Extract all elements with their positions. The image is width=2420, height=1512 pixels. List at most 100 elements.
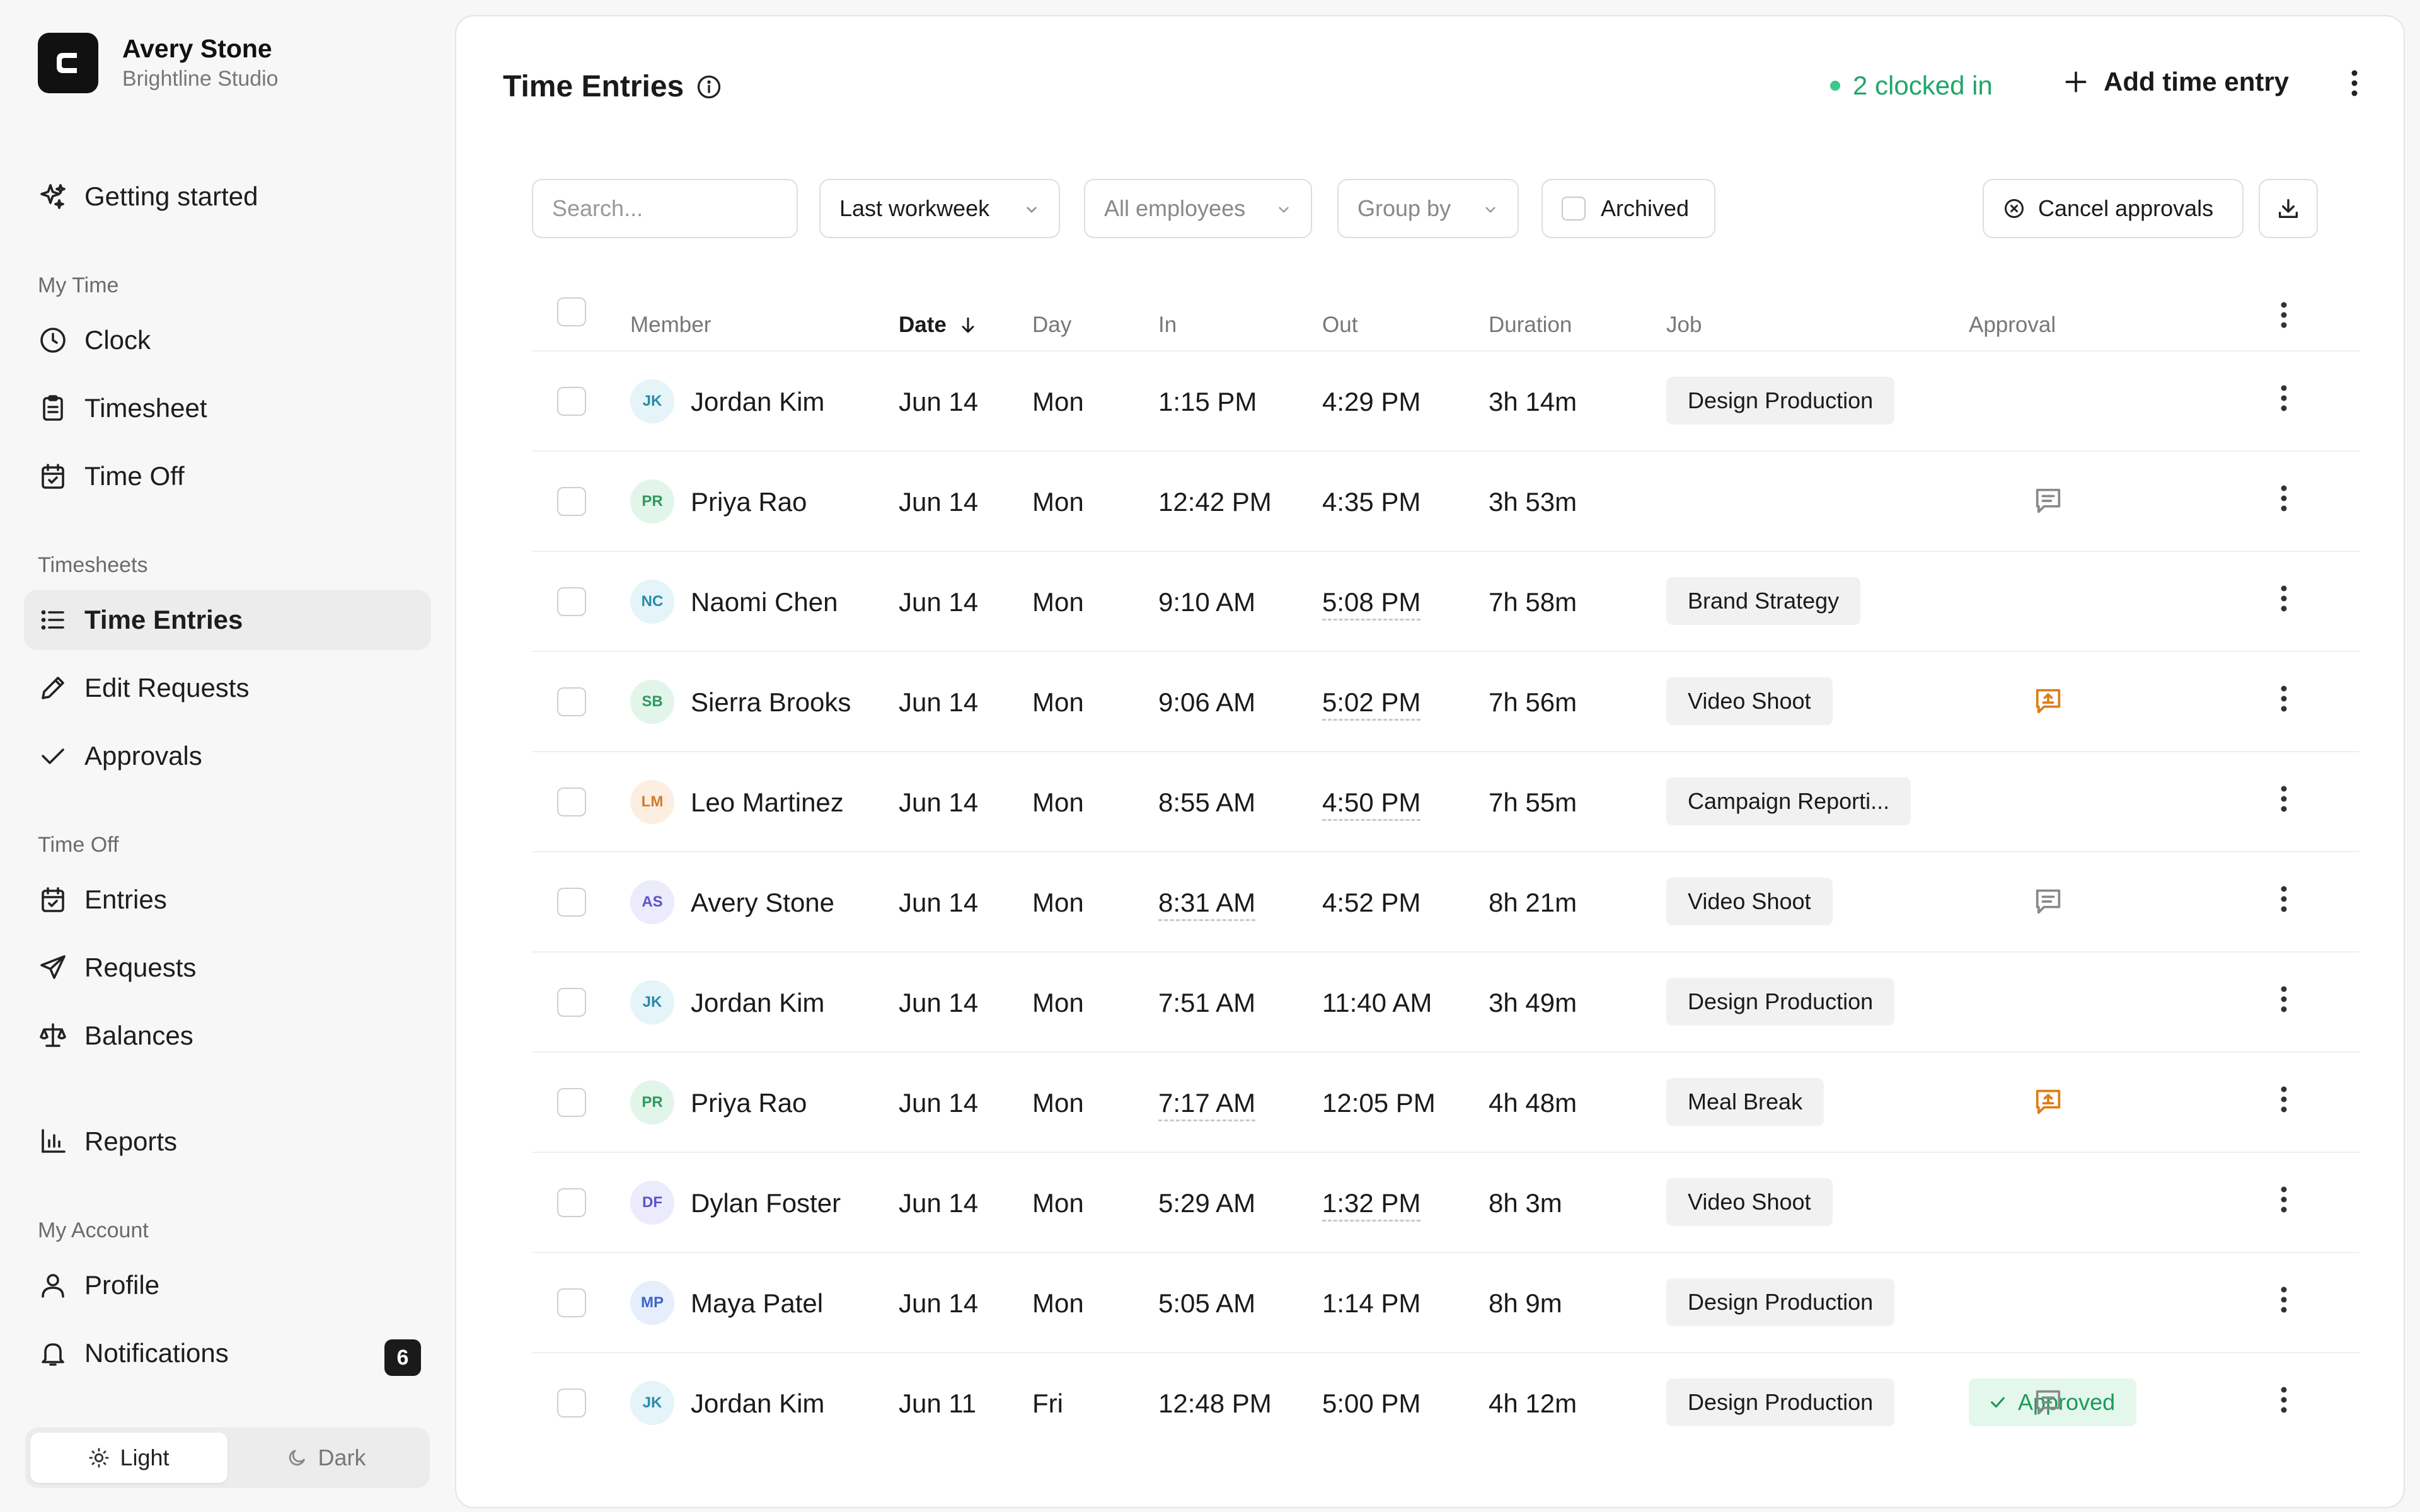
member-name[interactable]: Priya Rao	[691, 487, 807, 517]
column-header-job[interactable]: Job	[1666, 312, 1702, 338]
sidebar-item-getting-started[interactable]: Getting started	[24, 166, 431, 227]
column-header-out[interactable]: Out	[1322, 312, 1357, 338]
row-options-icon[interactable]	[2271, 785, 2296, 818]
comment-alert-icon[interactable]	[2032, 1085, 2065, 1118]
sidebar-item-reports[interactable]: Reports	[24, 1111, 431, 1172]
column-header-approval[interactable]: Approval	[1969, 312, 2056, 338]
row-options-icon[interactable]	[2271, 985, 2296, 1018]
clock-in-cell[interactable]: 8:31 AM	[1158, 888, 1256, 921]
row-checkbox[interactable]	[557, 1288, 586, 1317]
sidebar-item-approvals[interactable]: Approvals	[24, 726, 431, 786]
row-options-icon[interactable]	[2271, 585, 2296, 617]
row-options-icon[interactable]	[2271, 1286, 2296, 1319]
clocked-in-status[interactable]: 2 clocked in	[1830, 71, 1993, 101]
clock-out-cell[interactable]: 4:50 PM	[1322, 788, 1421, 821]
column-header-date[interactable]: Date	[899, 312, 978, 338]
table-row[interactable]: DF Dylan Foster Jun 14 Mon 5:29 AM 1:32 PM 8h …	[532, 1152, 2360, 1252]
row-checkbox[interactable]	[557, 487, 586, 516]
column-header-duration[interactable]: Duration	[1489, 312, 1572, 338]
row-checkbox[interactable]	[557, 1188, 586, 1217]
row-checkbox[interactable]	[557, 587, 586, 616]
member-name[interactable]: Naomi Chen	[691, 587, 838, 617]
clock-out-cell[interactable]: 5:08 PM	[1322, 587, 1421, 621]
sidebar-item-requests[interactable]: Requests	[24, 937, 431, 998]
clock-in-cell[interactable]: 12:42 PM	[1158, 487, 1272, 517]
row-options-icon[interactable]	[2271, 885, 2296, 918]
column-options-icon[interactable]	[2271, 301, 2296, 334]
table-row[interactable]: JK Jordan Kim Jun 14 Mon 7:51 AM 11:40 AM 3h 4…	[532, 951, 2360, 1051]
row-options-icon[interactable]	[2271, 484, 2296, 517]
member-name[interactable]: Jordan Kim	[691, 387, 824, 417]
sidebar-item-time-off[interactable]: Time Off	[24, 446, 431, 507]
member-name[interactable]: Leo Martinez	[691, 788, 844, 818]
search-input[interactable]	[532, 179, 798, 238]
clock-out-cell[interactable]: 1:32 PM	[1322, 1188, 1421, 1222]
clock-out-cell[interactable]: 4:52 PM	[1322, 888, 1420, 918]
clock-in-cell[interactable]: 5:29 AM	[1158, 1188, 1255, 1218]
select-all-checkbox[interactable]	[557, 297, 586, 326]
sidebar-item-profile[interactable]: Profile	[24, 1255, 431, 1315]
clock-in-cell[interactable]: 8:55 AM	[1158, 788, 1255, 818]
table-row[interactable]: SB Sierra Brooks Jun 14 Mon 9:06 AM 5:02 PM 7h…	[532, 651, 2360, 751]
table-row[interactable]: PR Priya Rao Jun 14 Mon 7:17 AM 12:05 PM 4h 48…	[532, 1051, 2360, 1152]
table-row[interactable]: JK Jordan Kim Jun 11 Fri 12:48 PM 5:00 PM 4h 1…	[532, 1352, 2360, 1452]
job-tag[interactable]: Design Production	[1666, 1278, 1895, 1326]
row-checkbox[interactable]	[557, 988, 586, 1017]
clock-out-cell[interactable]: 5:00 PM	[1322, 1389, 1420, 1419]
clock-in-cell[interactable]: 9:10 AM	[1158, 587, 1255, 617]
job-tag[interactable]: Video Shoot	[1666, 677, 1833, 725]
row-options-icon[interactable]	[2271, 1085, 2296, 1118]
sidebar-item-edit-requests[interactable]: Edit Requests	[24, 658, 431, 718]
job-tag[interactable]: Video Shoot	[1666, 1178, 1833, 1226]
member-name[interactable]: Sierra Brooks	[691, 687, 851, 718]
employees-dropdown[interactable]: All employees	[1084, 179, 1312, 238]
member-name[interactable]: Jordan Kim	[691, 988, 824, 1018]
column-header-member[interactable]: Member	[630, 312, 711, 338]
clock-out-cell[interactable]: 11:40 AM	[1322, 988, 1432, 1018]
sidebar-item-clock[interactable]: Clock	[24, 310, 431, 370]
job-tag[interactable]: Design Production	[1666, 978, 1895, 1026]
row-checkbox[interactable]	[557, 687, 586, 716]
row-checkbox[interactable]	[557, 888, 586, 917]
theme-light-button[interactable]: Light	[30, 1433, 228, 1483]
theme-dark-button[interactable]: Dark	[228, 1433, 425, 1483]
download-button[interactable]	[2259, 179, 2318, 238]
row-options-icon[interactable]	[2271, 384, 2296, 417]
comment-icon[interactable]	[2032, 1386, 2065, 1419]
sidebar-item-notifications[interactable]: Notifications 6	[24, 1323, 431, 1383]
sidebar-item-entries[interactable]: Entries	[24, 869, 431, 930]
column-header-in[interactable]: In	[1158, 312, 1177, 338]
clock-in-cell[interactable]: 5:05 AM	[1158, 1288, 1255, 1319]
comment-alert-icon[interactable]	[2032, 685, 2065, 718]
comment-icon[interactable]	[2032, 484, 2065, 517]
row-checkbox[interactable]	[557, 1088, 586, 1117]
table-row[interactable]: NC Naomi Chen Jun 14 Mon 9:10 AM 5:08 PM 7h 58…	[532, 551, 2360, 651]
clock-in-cell[interactable]: 7:17 AM	[1158, 1088, 1256, 1121]
archived-checkbox[interactable]	[1562, 197, 1586, 220]
add-time-entry-button[interactable]: Add time entry	[2062, 67, 2289, 97]
member-name[interactable]: Jordan Kim	[691, 1389, 824, 1419]
row-options-icon[interactable]	[2271, 1186, 2296, 1218]
row-checkbox[interactable]	[557, 788, 586, 816]
job-tag[interactable]: Video Shoot	[1666, 878, 1833, 925]
comment-icon[interactable]	[2032, 885, 2065, 918]
clock-in-cell[interactable]: 7:51 AM	[1158, 988, 1255, 1018]
table-row[interactable]: PR Priya Rao Jun 14 Mon 12:42 PM 4:35 PM 3h 53…	[532, 450, 2360, 551]
org-switcher[interactable]: Avery Stone Brightline Studio	[38, 33, 279, 93]
clock-out-cell[interactable]: 1:14 PM	[1322, 1288, 1420, 1319]
column-header-day[interactable]: Day	[1032, 312, 1071, 338]
job-tag[interactable]: Design Production	[1666, 377, 1895, 425]
job-tag[interactable]: Meal Break	[1666, 1078, 1824, 1126]
member-name[interactable]: Dylan Foster	[691, 1188, 841, 1218]
cancel-approvals-button[interactable]: Cancel approvals	[1983, 179, 2244, 238]
job-tag[interactable]: Brand Strategy	[1666, 577, 1861, 625]
row-options-icon[interactable]	[2271, 685, 2296, 718]
table-row[interactable]: JK Jordan Kim Jun 14 Mon 1:15 PM 4:29 PM 3h 14…	[532, 350, 2360, 450]
info-icon[interactable]	[695, 73, 723, 101]
sidebar-item-timesheet[interactable]: Timesheet	[24, 378, 431, 438]
group-by-dropdown[interactable]: Group by	[1337, 179, 1519, 238]
job-tag[interactable]: Design Production	[1666, 1378, 1895, 1426]
member-name[interactable]: Avery Stone	[691, 888, 834, 918]
clock-in-cell[interactable]: 12:48 PM	[1158, 1389, 1272, 1419]
archived-toggle[interactable]: Archived	[1541, 179, 1715, 238]
